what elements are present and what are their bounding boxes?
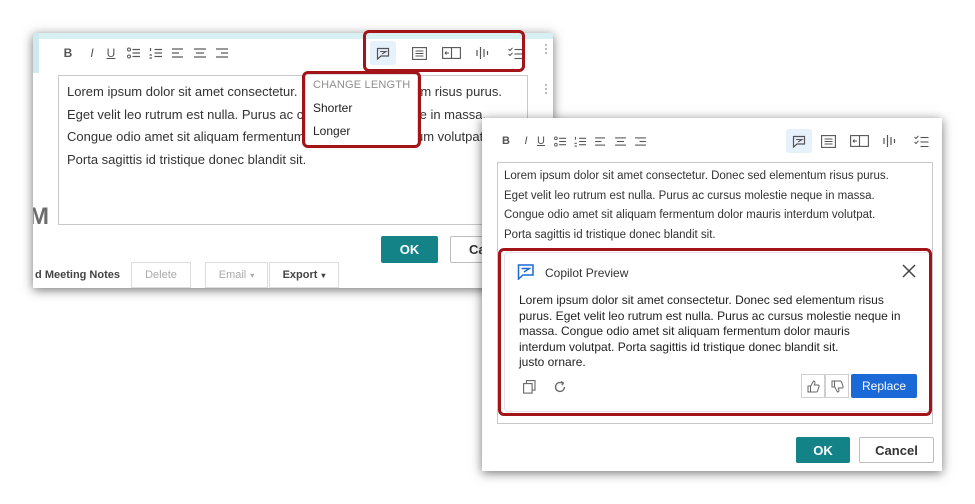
bullet-list-icon[interactable]	[553, 135, 567, 147]
editor-line: Lorem ipsum dolor sit amet consectetur. …	[67, 84, 502, 99]
ok-button[interactable]: OK	[381, 236, 438, 263]
bullet-list-icon[interactable]	[126, 47, 142, 59]
editor-line: Congue odio amet sit aliquam fermentum d…	[504, 209, 876, 221]
highlight-length-menu	[302, 71, 421, 148]
editor-line: Porta sagittis id tristique donec blandi…	[67, 151, 307, 167]
italic-button[interactable]: I	[520, 135, 532, 147]
align-left-icon[interactable]	[593, 136, 607, 146]
editor-line: Porta sagittis id tristique donec blandi…	[504, 228, 716, 241]
chevron-down-icon: ▾	[321, 270, 326, 280]
email-dropdown[interactable]: Email ▾	[205, 262, 268, 288]
format-toolbar: B I U	[61, 46, 230, 60]
export-label: Export	[282, 269, 318, 281]
meeting-notes-tab[interactable]: d Meeting Notes	[33, 262, 126, 288]
editor-line: Congue odio amet sit aliquam fermentum d…	[67, 129, 487, 144]
ai-tool-group	[786, 129, 936, 153]
cancel-button[interactable]: Cancel	[859, 437, 934, 463]
bold-button[interactable]: B	[61, 47, 75, 59]
scroll-indicator	[545, 84, 548, 94]
change-length-icon[interactable]	[844, 129, 874, 153]
chevron-down-icon: ▾	[250, 270, 255, 280]
ok-button[interactable]: OK	[796, 437, 850, 463]
checklist-icon[interactable]	[906, 129, 936, 153]
underline-button[interactable]: U	[535, 135, 547, 147]
align-left-icon[interactable]	[170, 48, 186, 58]
align-center-icon[interactable]	[192, 48, 208, 58]
numbered-list-icon[interactable]	[573, 136, 587, 147]
bold-button[interactable]: B	[500, 135, 512, 147]
copilot-icon[interactable]	[786, 129, 812, 153]
align-center-icon[interactable]	[613, 136, 627, 146]
editor-line: Eget velit leo rutrum est nulla. Purus a…	[504, 189, 875, 202]
export-dropdown[interactable]: Export ▾	[269, 262, 339, 288]
dialog-side-strip	[33, 33, 39, 73]
scroll-indicator	[545, 44, 548, 54]
editor-line: Eget velit leo rutrum est nulla. Purus a…	[67, 106, 487, 122]
underline-button[interactable]: U	[104, 47, 118, 59]
highlight-ai-tools	[363, 30, 525, 72]
summarize-icon[interactable]	[814, 129, 842, 153]
tone-icon[interactable]	[876, 129, 904, 153]
format-toolbar: B I U	[500, 134, 647, 148]
background-heading-fragment: M	[33, 203, 49, 230]
editor-line: Lorem ipsum dolor sit amet consectetur. …	[504, 170, 889, 182]
delete-button[interactable]: Delete	[131, 262, 191, 288]
text-editor[interactable]: Lorem ipsum dolor sit amet consectetur. …	[58, 75, 528, 225]
align-right-icon[interactable]	[633, 136, 647, 146]
email-label: Email	[218, 269, 247, 281]
align-right-icon[interactable]	[214, 48, 230, 58]
italic-button[interactable]: I	[85, 47, 99, 59]
highlight-copilot-preview	[498, 248, 932, 416]
numbered-list-icon[interactable]	[148, 47, 164, 59]
